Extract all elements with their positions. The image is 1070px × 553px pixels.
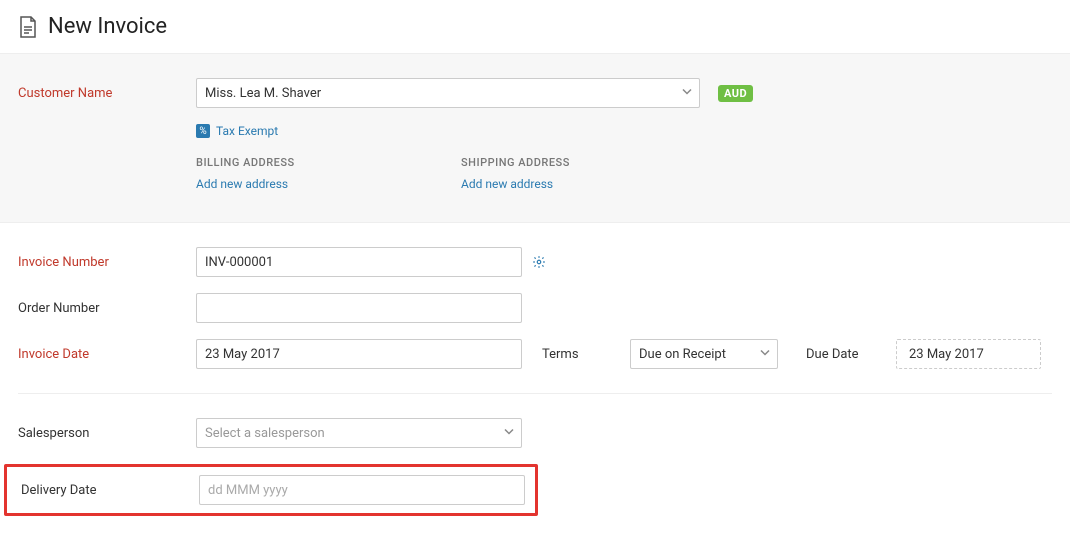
add-billing-address-link[interactable]: Add new address (196, 177, 288, 191)
due-date-label: Due Date (806, 347, 896, 362)
tax-exempt-label: Tax Exempt (216, 124, 278, 138)
gear-icon[interactable] (532, 255, 546, 269)
salesperson-select[interactable]: Select a salesperson (196, 418, 522, 448)
due-date-value: 23 May 2017 (896, 339, 1041, 369)
delivery-date-highlight: Delivery Date (4, 464, 538, 516)
document-icon (18, 15, 38, 39)
shipping-address-title: SHIPPING ADDRESS (461, 156, 726, 169)
customer-section: Customer Name Miss. Lea M. Shaver AUD % (0, 54, 1070, 223)
percent-icon: % (196, 124, 210, 138)
invoice-details-section: Invoice Number Order Number Invoice Date (0, 223, 1070, 546)
delivery-date-input[interactable] (199, 475, 525, 505)
page-header: New Invoice (0, 0, 1070, 54)
invoice-number-input[interactable] (196, 247, 522, 277)
salesperson-label: Salesperson (18, 426, 196, 441)
delivery-date-label: Delivery Date (21, 483, 199, 498)
page-title: New Invoice (48, 14, 167, 39)
invoice-date-input[interactable] (196, 339, 522, 369)
tax-exempt-link[interactable]: % Tax Exempt (196, 124, 278, 138)
terms-label: Terms (542, 347, 630, 362)
order-number-label: Order Number (18, 301, 196, 316)
invoice-date-label: Invoice Date (18, 347, 196, 362)
customer-name-label: Customer Name (18, 86, 196, 101)
currency-badge: AUD (718, 85, 753, 102)
billing-address-title: BILLING ADDRESS (196, 156, 461, 169)
customer-name-select[interactable]: Miss. Lea M. Shaver (196, 78, 700, 108)
invoice-number-label: Invoice Number (18, 255, 196, 270)
terms-select[interactable]: Due on Receipt (630, 339, 778, 369)
order-number-input[interactable] (196, 293, 522, 323)
divider (18, 393, 1052, 394)
add-shipping-address-link[interactable]: Add new address (461, 177, 553, 191)
